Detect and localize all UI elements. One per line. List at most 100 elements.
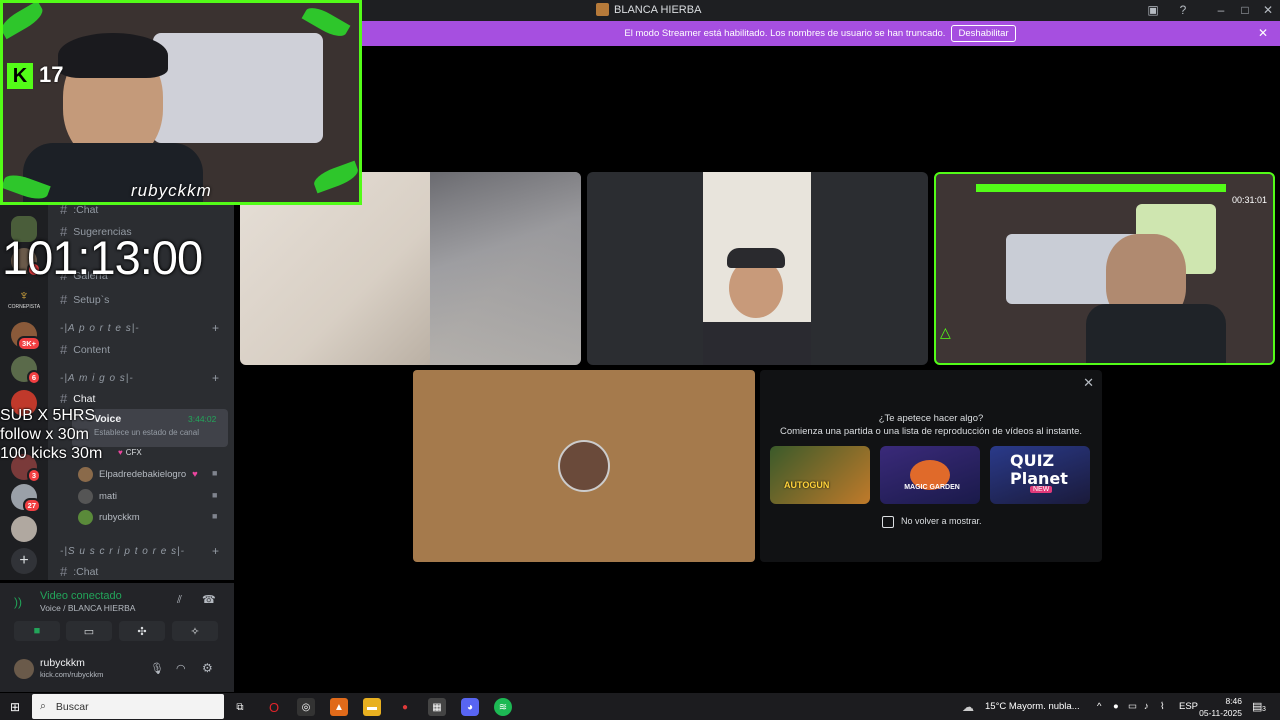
- weather-icon: ☁: [962, 700, 974, 714]
- app-tray-icon[interactable]: ▭: [1128, 701, 1137, 712]
- server-icon-4[interactable]: 3K+: [11, 322, 41, 351]
- server-badge: 3: [26, 468, 41, 483]
- voice-status-prompt[interactable]: Establece un estado de canal: [94, 428, 199, 437]
- game-title: MAGIC GARDEN: [904, 484, 960, 491]
- game-autogun[interactable]: AUTOGUN: [770, 446, 870, 504]
- screen-share-button[interactable]: ▭: [66, 621, 112, 641]
- video-feed: [703, 172, 811, 365]
- server-badge: 6: [26, 370, 41, 385]
- add-channel-icon[interactable]: +: [212, 371, 219, 385]
- game-magic-garden[interactable]: MAGIC GARDEN: [880, 446, 980, 504]
- add-channel-icon[interactable]: +: [212, 321, 219, 335]
- disable-streamer-button[interactable]: Deshabilitar: [951, 25, 1016, 42]
- help-icon[interactable]: ?: [1175, 2, 1191, 18]
- user-avatar[interactable]: [14, 659, 34, 679]
- activities-icon: ✣: [137, 625, 147, 638]
- overlay-rule-sub: SUB X 5HRS: [0, 407, 96, 424]
- channel-subs-chat[interactable]: #:Chat: [60, 564, 98, 579]
- settings-gear-icon[interactable]: ⚙: [202, 661, 213, 675]
- soundboard-button[interactable]: ✧: [172, 621, 218, 641]
- clock-date[interactable]: 05-11-2025: [1194, 708, 1242, 718]
- user-status: kick.com/rubyckkm: [40, 670, 104, 679]
- app-icon-orange[interactable]: ▲: [330, 698, 348, 716]
- add-channel-icon[interactable]: +: [212, 544, 219, 558]
- server-icon-8[interactable]: 27: [11, 484, 41, 513]
- dont-show-checkbox[interactable]: [882, 516, 894, 528]
- windows-start-icon[interactable]: ⊞: [10, 700, 20, 714]
- close-window-icon[interactable]: ✕: [1260, 2, 1276, 18]
- hair: [58, 33, 168, 78]
- banner-text: El modo Streamer está habilitado. Los no…: [624, 28, 946, 39]
- spotify-icon[interactable]: ≋: [494, 698, 512, 716]
- mic-icon[interactable]: 🎙: [150, 662, 164, 675]
- tray-chevron-icon[interactable]: ^: [1097, 701, 1101, 712]
- signal-icon: )): [14, 595, 22, 609]
- minimize-icon[interactable]: –: [1213, 2, 1229, 18]
- notification-icon[interactable]: ▤: [1252, 700, 1262, 713]
- avatar: [78, 467, 93, 482]
- video-tile-3[interactable]: 00:31:01 △: [934, 172, 1275, 365]
- close-banner-icon[interactable]: ✕: [1258, 26, 1268, 40]
- streamer-mode-banner: El modo Streamer está habilitado. Los no…: [360, 21, 1280, 46]
- category-suscriptores[interactable]: -|S u s c r i p t o r e s|-: [60, 546, 185, 557]
- subathon-timer: 101:13:00: [2, 231, 203, 284]
- category-amigos[interactable]: -|A m i g o s|-: [60, 373, 134, 384]
- opera-icon[interactable]: O: [265, 698, 283, 716]
- game-quiz-planet[interactable]: QUIZ Planet NEW: [990, 446, 1090, 504]
- camera-icon: ■: [33, 625, 41, 637]
- weather-text[interactable]: 15°C Mayorm. nubla...: [985, 701, 1080, 712]
- maximize-icon[interactable]: □: [1237, 2, 1253, 18]
- window-title-text: BLANCA HIERBA: [614, 3, 702, 16]
- channel-amigos-chat[interactable]: # Chat: [60, 391, 95, 406]
- dont-show-label[interactable]: No volver a mostrar.: [901, 516, 982, 526]
- voice-user-3[interactable]: rubyckkm: [78, 510, 228, 525]
- taskbar-search[interactable]: ⌕ Buscar: [32, 694, 224, 719]
- overlay-rule-follow: follow x 30m: [0, 426, 89, 443]
- curtain: [430, 172, 581, 365]
- overlay-bar: [976, 184, 1226, 192]
- kick-viewer-count: 17: [39, 62, 64, 87]
- category-aportes[interactable]: -|A p o r t e s|-: [60, 323, 140, 334]
- mic-tray-icon[interactable]: ●: [1113, 701, 1119, 712]
- activity-subtitle: Comienza una partida o una lista de repr…: [779, 426, 1083, 437]
- clock-time[interactable]: 8:46: [1202, 696, 1242, 706]
- voice-location[interactable]: Voice / BLANCA HIERBA: [40, 603, 135, 613]
- soundboard-icon: ✧: [190, 625, 200, 638]
- search-icon: ⌕: [40, 700, 46, 712]
- volume-icon[interactable]: ♪: [1144, 701, 1149, 712]
- add-server-icon[interactable]: +: [11, 548, 37, 574]
- noise-suppression-icon[interactable]: ⫽: [177, 594, 182, 607]
- cap: [727, 248, 785, 268]
- voice-channel-name[interactable]: Voice: [94, 413, 121, 425]
- activity-question: ¿Te apetece hacer algo?: [878, 413, 984, 424]
- server-icon-5[interactable]: 6: [11, 356, 41, 385]
- store-icon[interactable]: ▦: [428, 698, 446, 716]
- shirt: [703, 322, 811, 365]
- file-explorer-icon[interactable]: ▬: [363, 698, 381, 716]
- channel-content[interactable]: # Content: [60, 342, 110, 357]
- discord-icon[interactable]: ◕: [461, 698, 479, 716]
- overlay-rule-kicks: 100 kicks 30m: [0, 445, 103, 462]
- camera-button[interactable]: ■: [14, 621, 60, 641]
- voice-user-1[interactable]: Elpadredebakielogro ♥: [78, 467, 228, 482]
- screen-share-icon: ▭: [83, 625, 95, 638]
- network-icon[interactable]: ⌇: [1160, 701, 1165, 712]
- game-title: QUIZ Planet: [1010, 451, 1068, 488]
- camera-icon: ■: [212, 511, 218, 521]
- task-view-icon[interactable]: ⧉: [231, 698, 249, 716]
- leaf-decoration: [3, 3, 47, 40]
- headphones-icon[interactable]: ◠: [176, 662, 186, 675]
- disconnect-icon[interactable]: ☎: [202, 593, 216, 606]
- activities-button[interactable]: ✣: [119, 621, 165, 641]
- channel-setups[interactable]: # Setup`s: [60, 292, 109, 307]
- user-name: rubyckkm: [40, 657, 85, 669]
- video-tile-2[interactable]: [587, 172, 928, 365]
- inbox-icon[interactable]: ▣: [1145, 2, 1161, 18]
- voice-user-2[interactable]: mati: [78, 489, 228, 504]
- record-app-icon[interactable]: ●: [396, 698, 414, 716]
- video-tile-main[interactable]: [413, 370, 755, 562]
- server-icon-9[interactable]: [11, 516, 37, 542]
- close-prompt-icon[interactable]: ✕: [1083, 375, 1094, 391]
- app-icon[interactable]: ◎: [297, 698, 315, 716]
- cfx-tag: ♥ CFX: [118, 448, 142, 457]
